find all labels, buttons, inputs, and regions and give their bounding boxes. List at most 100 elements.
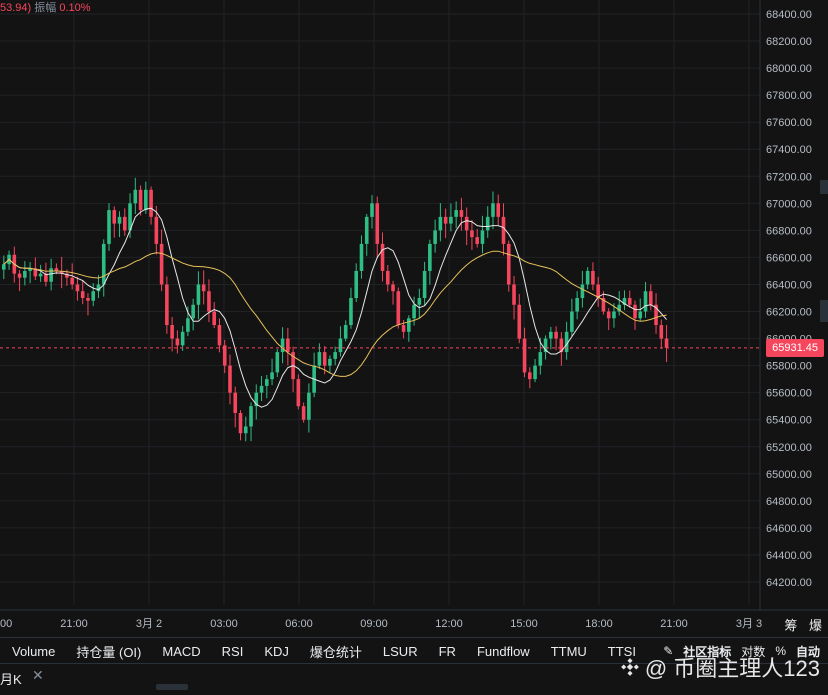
- candle-up: [196, 284, 201, 305]
- candle-down: [591, 270, 595, 285]
- resize-handle[interactable]: [156, 684, 188, 690]
- y-tick-label: 64200.00: [766, 577, 812, 589]
- candle-up: [186, 318, 190, 332]
- indicator-macd[interactable]: MACD: [162, 644, 200, 659]
- y-tick-label: 67200.00: [766, 171, 812, 183]
- candle-down: [301, 406, 306, 420]
- x-tick-label: 09:00: [360, 618, 388, 630]
- y-tick-label: 68200.00: [766, 36, 812, 48]
- y-tick-label: 64400.00: [766, 550, 812, 562]
- candle-up: [612, 311, 616, 319]
- candle-up: [480, 230, 485, 244]
- candle-up: [349, 298, 353, 326]
- candle-down: [528, 372, 532, 380]
- indicator-oi[interactable]: 持仓量 (OI): [76, 642, 141, 661]
- header-price-fragment: 53.94): [0, 2, 32, 14]
- candle-down: [212, 311, 216, 326]
- candle-down: [606, 311, 611, 319]
- y-tick-label: 65600.00: [766, 388, 812, 400]
- side-tabs: 筹 爆: [776, 615, 822, 634]
- x-tick-label: 3月 2: [136, 618, 162, 630]
- candle-down: [86, 298, 90, 301]
- x-tick-label: 3月 3: [736, 618, 762, 630]
- x-tick-label: 18:00: [585, 618, 613, 630]
- amplitude-value: 0.10%: [59, 2, 91, 14]
- candle-down: [470, 230, 474, 238]
- indicator-rsi[interactable]: RSI: [222, 644, 244, 659]
- y-tick-label: 66600.00: [766, 252, 812, 264]
- candle-up: [454, 210, 458, 217]
- candlestick-chart[interactable]: 68400.00 68200.00 68000.00 67800.00 67600.00…: [0, 0, 828, 637]
- candle-down: [375, 203, 380, 244]
- candle-down: [659, 325, 664, 339]
- candle-down: [496, 203, 501, 217]
- candle-up: [117, 216, 122, 224]
- indicator-volume[interactable]: Volume: [12, 644, 55, 659]
- candle-down: [512, 284, 516, 305]
- candle-up: [585, 270, 590, 285]
- candle-up: [280, 338, 285, 353]
- candle-up: [449, 216, 453, 224]
- candle-down: [459, 210, 464, 217]
- y-tick-label: 65200.00: [766, 442, 812, 454]
- candle-up: [2, 264, 6, 270]
- candle-down: [165, 284, 169, 326]
- candle-down: [159, 243, 164, 285]
- indicator-lsur[interactable]: LSUR: [383, 644, 418, 659]
- candle-up: [96, 284, 101, 292]
- candle-up: [333, 352, 337, 359]
- indicator-kdj[interactable]: KDJ: [264, 644, 289, 659]
- candle-up: [107, 210, 111, 244]
- y-tick-label: 67800.00: [766, 90, 812, 102]
- y-tick-label: 66800.00: [766, 225, 812, 237]
- scroll-handle-bottom: [820, 300, 828, 322]
- indicator-liquidation[interactable]: 爆仓统计: [310, 642, 362, 661]
- candle-up: [370, 203, 374, 217]
- candle-up: [438, 216, 443, 231]
- timeframe-label[interactable]: 月K: [0, 669, 22, 688]
- indicator-ttmu[interactable]: TTMU: [551, 644, 587, 659]
- candle-down: [517, 304, 522, 339]
- chip-tab[interactable]: 筹: [784, 618, 797, 633]
- y-tick-label: 67400.00: [766, 144, 812, 156]
- liquidation-tab[interactable]: 爆: [809, 618, 822, 633]
- y-tick-label: 66400.00: [766, 279, 812, 291]
- candle-down: [322, 352, 327, 366]
- candle-up: [549, 331, 553, 339]
- indicator-fundflow[interactable]: Fundflow: [477, 644, 530, 659]
- candle-up: [485, 216, 490, 231]
- candle-down: [664, 338, 669, 348]
- candle-up: [412, 304, 416, 319]
- ma-fast-line: [3, 207, 667, 408]
- candle-up: [328, 358, 332, 366]
- watermark-text: @ 币圈主理人123: [644, 656, 820, 681]
- indicator-fr[interactable]: FR: [439, 644, 456, 659]
- x-tick-label: 21:00: [660, 618, 688, 630]
- candle-down: [506, 243, 511, 285]
- candle-down: [217, 325, 222, 346]
- candle-up: [91, 291, 96, 301]
- candle-up: [354, 270, 359, 298]
- watermark: @ 币圈主理人123: [620, 651, 820, 683]
- candle-up: [270, 372, 274, 380]
- candle-down: [80, 291, 85, 298]
- x-tick-label: 03:00: [210, 618, 238, 630]
- candle-up: [364, 216, 369, 244]
- candle-down: [70, 277, 74, 285]
- candle-up: [433, 230, 437, 244]
- binance-logo-icon: [620, 658, 639, 676]
- x-tick-label: 06:00: [285, 618, 313, 630]
- x-tick-label: 00: [0, 618, 12, 630]
- candle-up: [491, 203, 495, 217]
- candle-up: [538, 352, 543, 366]
- candle-down: [154, 216, 159, 244]
- candle-up: [307, 392, 311, 420]
- close-icon[interactable]: ✕: [32, 667, 44, 684]
- amplitude-label: 振幅: [34, 2, 57, 14]
- candle-up: [249, 406, 253, 427]
- candle-up: [575, 298, 579, 312]
- candle-up: [317, 352, 322, 366]
- candle-down: [385, 270, 390, 285]
- candle-up: [101, 243, 106, 285]
- candle-down: [443, 216, 448, 224]
